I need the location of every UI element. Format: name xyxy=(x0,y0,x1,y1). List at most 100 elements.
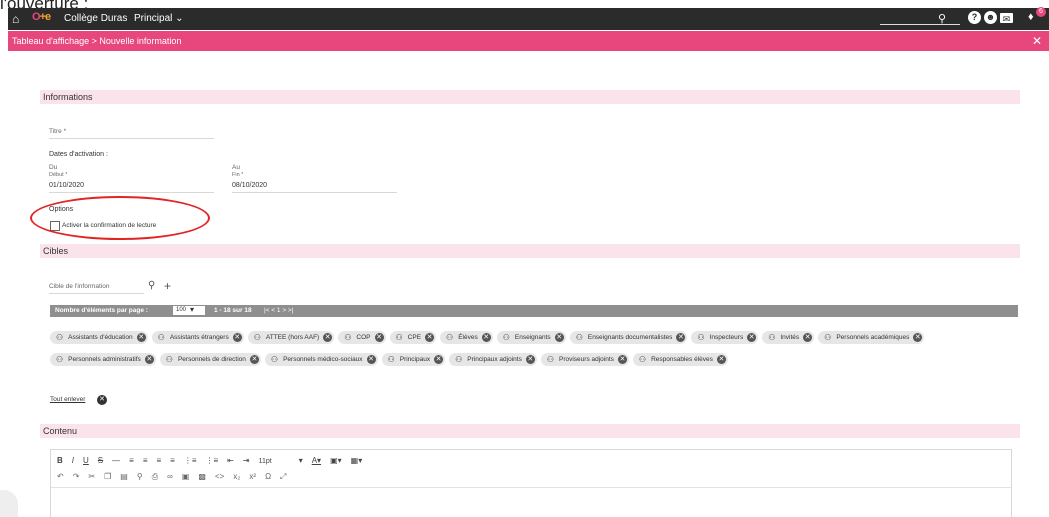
align-left-icon[interactable]: ≡ xyxy=(129,456,134,465)
group-icon: ⚇ xyxy=(56,355,64,364)
add-target-icon[interactable]: + xyxy=(164,279,171,293)
remove-chip-icon[interactable]: ✕ xyxy=(249,355,259,364)
remove-chip-icon[interactable]: ✕ xyxy=(676,333,686,342)
bullet-list-icon[interactable]: ⋮≡ xyxy=(184,456,197,465)
target-chip: ⚇ CPE ✕ xyxy=(389,331,437,344)
target-chip-label: COP xyxy=(356,334,371,341)
remove-all-link[interactable]: Tout enlever ✕ xyxy=(50,395,107,405)
page-size-label: Nombre d'éléments par page : xyxy=(55,307,148,314)
horizontal-rule-icon[interactable]: — xyxy=(112,456,120,465)
table-icon[interactable]: ▦▾ xyxy=(351,456,363,465)
target-chip-label: Inspecteurs xyxy=(709,334,744,341)
target-chip-label: ATTEE (hors AAF) xyxy=(265,334,320,341)
target-chip: ⚇ Principaux adjoints ✕ xyxy=(449,353,537,366)
remove-chip-icon[interactable]: ✕ xyxy=(716,355,726,364)
to-date-sublabel: Fin * xyxy=(232,172,244,178)
user-account-icon[interactable]: ☻ xyxy=(984,11,997,24)
remove-chip-icon[interactable]: ✕ xyxy=(323,333,333,342)
text-color-icon[interactable]: A▾ xyxy=(312,456,321,465)
breadcrumb-bar: Tableau d'affichage > Nouvelle informati… xyxy=(8,31,1049,51)
indent-icon[interactable]: ⇥ xyxy=(243,456,250,465)
global-search-input[interactable] xyxy=(880,14,960,25)
bold-icon[interactable]: B xyxy=(57,456,63,465)
to-date-underline xyxy=(232,192,397,193)
target-chip-label: Enseignants documentalistes xyxy=(587,334,673,341)
from-date-field[interactable]: 01/10/2020 xyxy=(49,182,84,189)
remove-chip-icon[interactable]: ✕ xyxy=(434,355,444,364)
group-icon: ⚇ xyxy=(253,333,261,342)
remove-chip-icon[interactable]: ✕ xyxy=(366,355,376,364)
search-icon[interactable]: ⚲ xyxy=(938,12,946,25)
remove-chip-icon[interactable]: ✕ xyxy=(481,333,491,342)
remove-chip-icon[interactable]: ✕ xyxy=(374,333,384,342)
chevron-down-icon[interactable]: ▾ xyxy=(190,305,194,314)
subscript-icon[interactable]: x₂ xyxy=(233,472,240,481)
remove-chip-icon[interactable]: ✕ xyxy=(425,333,435,342)
notifications-bell-icon[interactable]: ♦ xyxy=(1028,11,1034,23)
remove-chip-icon[interactable]: ✕ xyxy=(747,333,757,342)
outdent-icon[interactable]: ⇤ xyxy=(227,456,234,465)
target-chip-label: Personnels académiques xyxy=(836,334,910,341)
remove-chip-icon[interactable]: ✕ xyxy=(232,333,242,342)
image-icon[interactable]: ▣ xyxy=(182,472,190,481)
school-name[interactable]: Collège Duras xyxy=(64,13,127,24)
redo-icon[interactable]: ↷ xyxy=(73,472,80,481)
align-center-icon[interactable]: ≡ xyxy=(143,456,148,465)
print-icon[interactable]: ⎙ xyxy=(152,472,158,482)
mail-icon[interactable]: ✉ xyxy=(1000,13,1013,24)
target-chip: ⚇ ATTEE (hors AAF) ✕ xyxy=(247,331,335,344)
find-icon[interactable]: ⚲ xyxy=(137,472,143,481)
group-icon: ⚇ xyxy=(344,333,352,342)
target-chip: ⚇ Principaux ✕ xyxy=(381,353,446,366)
code-icon[interactable]: <> xyxy=(215,472,224,481)
copy-icon[interactable]: ❐ xyxy=(104,472,111,481)
italic-icon[interactable]: I xyxy=(72,456,74,465)
remove-all-icon[interactable]: ✕ xyxy=(97,395,107,405)
group-icon: ⚇ xyxy=(768,333,776,342)
align-right-icon[interactable]: ≡ xyxy=(156,456,161,465)
target-search-placeholder: Cible de l'information xyxy=(49,283,110,290)
paste-icon[interactable]: ▤ xyxy=(120,472,128,481)
remove-chip-icon[interactable]: ✕ xyxy=(525,355,535,364)
title-field[interactable] xyxy=(49,138,214,139)
remove-chip-icon[interactable]: ✕ xyxy=(136,333,146,342)
cut-icon[interactable]: ✂ xyxy=(88,472,95,481)
link-icon[interactable]: ∞ xyxy=(167,472,173,481)
target-chip: ⚇ Enseignants documentalistes ✕ xyxy=(569,331,688,344)
strikethrough-icon[interactable]: S xyxy=(98,456,103,465)
rich-text-editor[interactable]: B I U S — ≡ ≡ ≡ ≡ ⋮≡ ⋮≡ ⇤ ⇥ 11pt ▾ A▾ ▣▾ ▦▾ ↶ ↷ ✂ ❐ ▤ ⚲ ⎙ ∞ ▣ ▩ <> x… xyxy=(50,449,1012,517)
from-date-sublabel: Début * xyxy=(49,172,68,178)
justify-icon[interactable]: ≡ xyxy=(170,456,175,465)
background-color-icon[interactable]: ▣▾ xyxy=(330,456,342,465)
remove-chip-icon[interactable]: ✕ xyxy=(144,355,154,364)
role-selector[interactable]: Principal ⌄ xyxy=(134,13,184,24)
target-chip-label: Principaux adjoints xyxy=(467,356,522,363)
close-icon[interactable]: ✕ xyxy=(1032,34,1042,48)
special-char-icon[interactable]: Ω xyxy=(265,472,271,481)
page-size-select[interactable]: 100 xyxy=(173,306,205,315)
remove-chip-icon[interactable]: ✕ xyxy=(803,333,813,342)
search-icon[interactable]: ⚲ xyxy=(148,280,155,291)
target-chip: ⚇ Personnels administratifs ✕ xyxy=(50,353,156,366)
remove-chip-icon[interactable]: ✕ xyxy=(554,333,564,342)
to-date-label: Au xyxy=(232,164,240,171)
help-icon[interactable]: ? xyxy=(968,11,981,24)
fullscreen-icon[interactable]: ⤢ xyxy=(280,472,286,482)
superscript-icon[interactable]: x² xyxy=(249,472,256,481)
target-search-input[interactable] xyxy=(49,293,144,294)
remove-chip-icon[interactable]: ✕ xyxy=(913,333,923,342)
target-chip-label: CPE xyxy=(407,334,422,341)
font-size-select[interactable]: 11pt xyxy=(259,458,272,465)
chevron-down-icon[interactable]: ▾ xyxy=(299,456,303,465)
remove-chip-icon[interactable]: ✕ xyxy=(617,355,627,364)
target-chip: ⚇ Assistants d'éducation ✕ xyxy=(50,331,148,344)
home-icon[interactable]: ⌂ xyxy=(12,12,26,26)
underline-icon[interactable]: U xyxy=(83,456,89,465)
to-date-field[interactable]: 08/10/2020 xyxy=(232,182,267,189)
target-chip-label: Invités xyxy=(780,334,800,341)
pagination-nav[interactable]: |< < 1 > >| xyxy=(264,307,293,314)
undo-icon[interactable]: ↶ xyxy=(57,472,64,481)
media-icon[interactable]: ▩ xyxy=(198,472,206,481)
numbered-list-icon[interactable]: ⋮≡ xyxy=(206,456,219,465)
app-logo[interactable]: O+e xyxy=(32,11,51,23)
